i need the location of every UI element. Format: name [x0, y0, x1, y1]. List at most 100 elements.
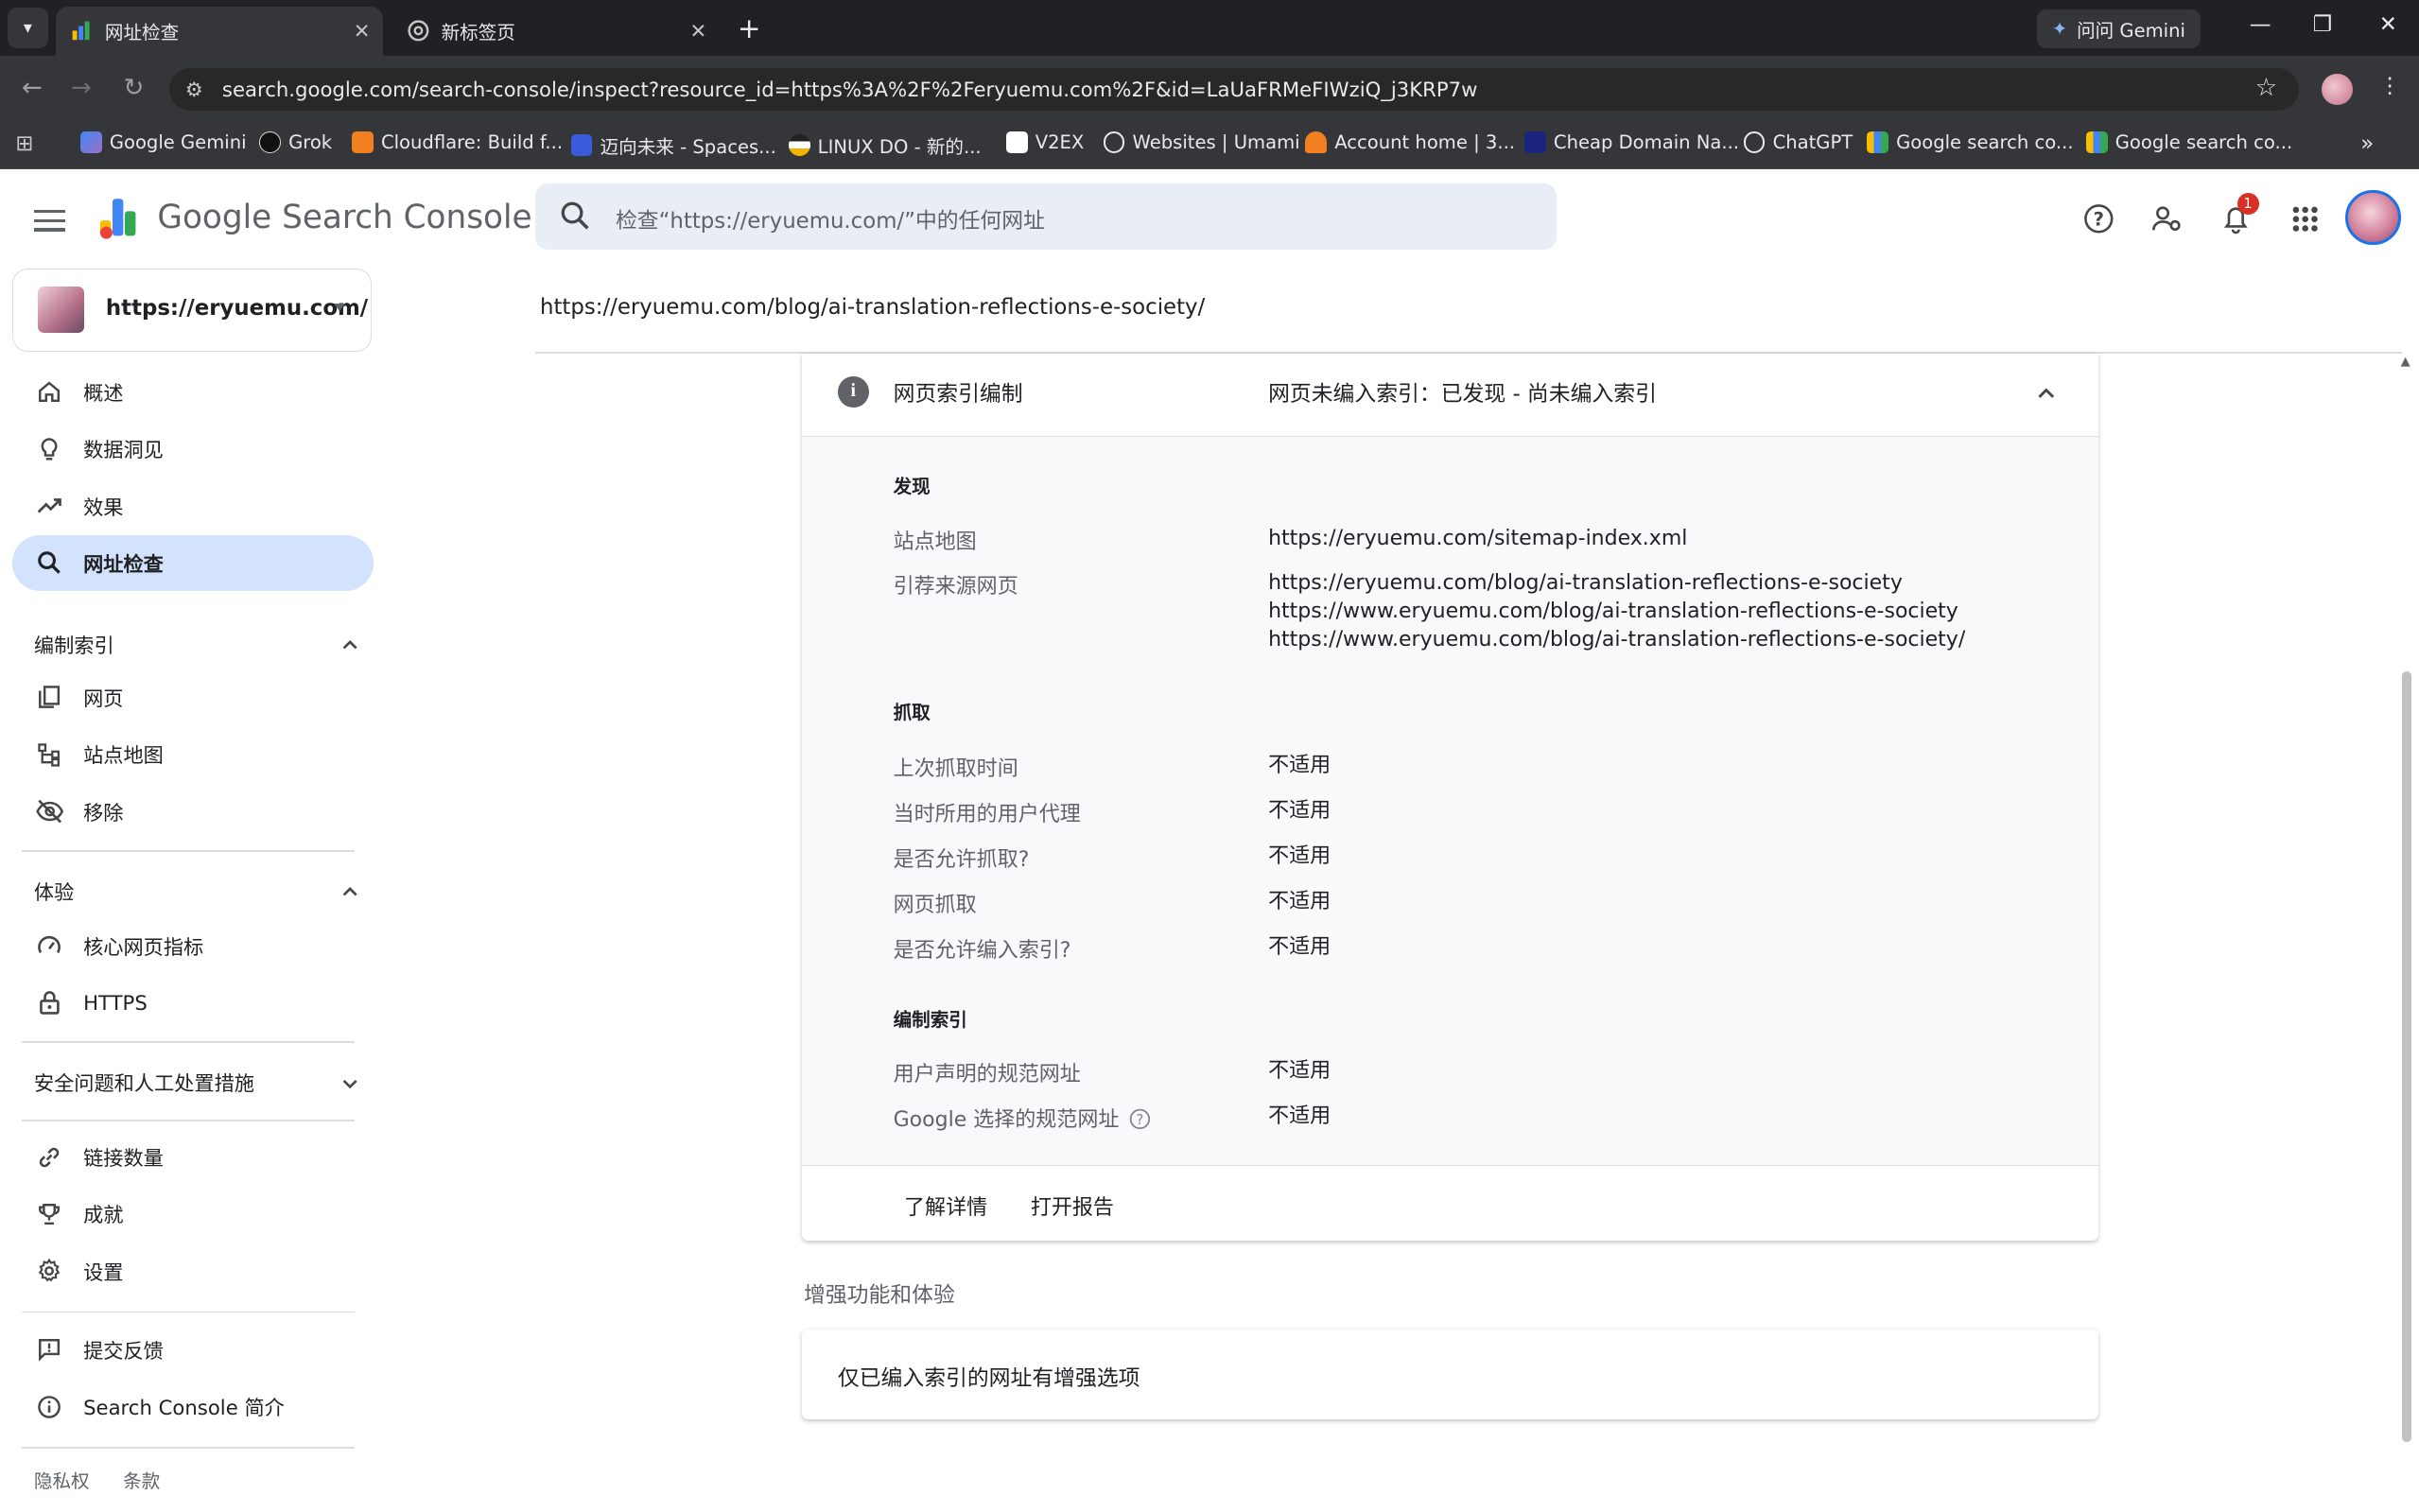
gemini-sparkle-icon: ✦ [2051, 17, 2068, 40]
indexing-heading: 编制索引 [893, 1009, 967, 1032]
product-logo-text[interactable]: Google Search Console [157, 199, 531, 236]
search-console-icon [1867, 130, 1888, 153]
section-experience[interactable]: 体验 [34, 877, 358, 906]
collapse-chevron-up-icon[interactable] [2037, 381, 2056, 400]
bookmark-label: Google search co... [1896, 130, 2074, 153]
tab-new-tab[interactable]: 新标签页 ✕ [392, 7, 719, 56]
google-apps-grid-icon[interactable] [2287, 200, 2323, 237]
sidebar-footer: 隐私权 条款 [34, 1466, 188, 1493]
nav-overview[interactable]: 概述 [12, 364, 374, 420]
nav-url-inspection[interactable]: 网址检查 [12, 535, 374, 591]
back-arrow-icon[interactable]: ← [22, 74, 43, 102]
open-report-button[interactable]: 打开报告 [1031, 1190, 1114, 1221]
help-icon[interactable]: ? [2080, 200, 2116, 237]
visibility-off-icon [35, 797, 63, 825]
ask-gemini-label: 问问 Gemini [2077, 19, 2185, 42]
sitemap-value: https://eryuemu.com/sitemap-index.xml [1268, 526, 1688, 550]
nav-pages[interactable]: 网页 [12, 669, 374, 725]
bookmark-item[interactable]: Google search co... [1867, 130, 2074, 153]
nav-label: 移除 [83, 800, 124, 825]
minimize-icon[interactable]: — [2250, 12, 2271, 37]
bookmark-label: 迈向未来 - Spaces... [600, 135, 776, 158]
bookmark-item[interactable]: Cheap Domain Na... [1523, 130, 1739, 153]
google-canonical-value: 不适用 [1268, 1104, 1331, 1129]
search-icon [560, 200, 591, 232]
bookmark-item[interactable]: Google Gemini [79, 131, 247, 153]
nav-sitemaps[interactable]: 站点地图 [12, 726, 374, 782]
logo-google: Google [157, 199, 272, 237]
chrome-profile-avatar[interactable] [2322, 74, 2354, 105]
new-tab-plus-icon[interactable]: + [738, 12, 761, 44]
nav-links[interactable]: 链接数量 [12, 1129, 374, 1185]
crawl-heading: 抓取 [893, 702, 931, 724]
section-security-manual-actions[interactable]: 安全问题和人工处置措施 [34, 1068, 358, 1097]
bookmark-item[interactable]: Google search co... [2085, 131, 2292, 153]
chrome-menu-icon[interactable]: ⋮ [2379, 74, 2401, 98]
manage-users-icon[interactable] [2149, 200, 2186, 237]
bookmark-item[interactable]: 迈向未来 - Spaces... [570, 131, 776, 159]
reload-icon[interactable]: ↻ [124, 74, 145, 102]
nav-settings[interactable]: 设置 [12, 1243, 374, 1299]
apps-grid-icon[interactable]: ⊞ [15, 131, 33, 156]
nav-removals[interactable]: 移除 [12, 784, 374, 840]
page-indexing-header[interactable]: i 网页索引编制 网页未编入索引：已发现 - 尚未编入索引 [802, 354, 2098, 437]
nav-insights[interactable]: 数据洞见 [12, 421, 374, 477]
tab-search-button[interactable]: ▾ [8, 8, 48, 48]
bookmark-item[interactable]: Account home | 3... [1305, 131, 1515, 153]
nav-performance[interactable]: 效果 [12, 478, 374, 534]
nav-achievements[interactable]: 成就 [12, 1187, 374, 1243]
bookmark-item[interactable]: LINUX DO - 新的... [788, 131, 982, 159]
terms-link[interactable]: 条款 [123, 1470, 160, 1492]
chevron-up-icon [342, 881, 357, 896]
more-bookmarks-icon[interactable]: » [2360, 131, 2374, 156]
dropdown-caret-icon [334, 303, 346, 311]
main-scrollbar[interactable]: ▲ [2399, 355, 2414, 1512]
property-selector[interactable]: https://eryuemu.com/ [12, 268, 373, 352]
nav-core-web-vitals[interactable]: 核心网页指标 [12, 918, 374, 974]
tab-url-inspection[interactable]: 网址检查 ✕ [55, 6, 383, 56]
namecheap-icon [1523, 130, 1546, 153]
section-indexing[interactable]: 编制索引 [34, 630, 358, 659]
tab-title: 网址检查 [104, 22, 180, 44]
bookmark-item[interactable]: Cloudflare: Build f... [351, 130, 564, 153]
bookmark-item[interactable]: ChatGPT [1743, 130, 1853, 153]
svg-text:?: ? [2093, 209, 2103, 231]
main-menu-icon[interactable] [33, 203, 65, 237]
search-icon [36, 549, 63, 577]
ask-gemini-button[interactable]: ✦ 问问 Gemini [2036, 9, 2201, 48]
bookmark-label: Account home | 3... [1334, 130, 1516, 153]
bookmark-item[interactable]: V2EX [1005, 131, 1084, 153]
bookmark-item[interactable]: Websites | Umami [1103, 131, 1300, 153]
close-window-icon[interactable]: ✕ [2379, 12, 2397, 37]
scroll-up-arrow-icon[interactable]: ▲ [2401, 355, 2410, 369]
address-bar[interactable]: ⚙ search.google.com/search-console/inspe… [169, 67, 2299, 112]
account-avatar[interactable] [2344, 189, 2401, 246]
chrome-icon [408, 20, 429, 42]
bookmark-item[interactable]: Grok [259, 131, 332, 153]
learn-more-button[interactable]: 了解详情 [904, 1190, 987, 1221]
bookmark-label: Cloudflare: Build f... [380, 130, 564, 153]
bookmark-label: ChatGPT [1772, 130, 1853, 153]
nav-submit-feedback[interactable]: 提交反馈 [12, 1322, 374, 1378]
nav-https[interactable]: HTTPS [12, 975, 374, 1031]
scrollbar-thumb[interactable] [2402, 670, 2411, 1443]
site-settings-icon[interactable]: ⚙ [185, 78, 203, 101]
section-label: 体验 [33, 879, 75, 904]
sidebar-divider [21, 849, 356, 852]
forward-arrow-icon[interactable]: → [71, 74, 92, 102]
property-avatar [38, 286, 85, 333]
restore-icon[interactable]: ❐ [2313, 12, 2332, 37]
privacy-link[interactable]: 隐私权 [34, 1470, 90, 1492]
nav-label: 数据洞见 [83, 438, 164, 462]
linuxdo-icon [788, 133, 810, 156]
pages-icon [36, 684, 63, 711]
bookmark-star-icon[interactable]: ☆ [2255, 74, 2277, 102]
nav-about-search-console[interactable]: Search Console 简介 [12, 1380, 374, 1435]
help-circle-icon[interactable]: ? [1129, 1108, 1151, 1136]
notification-badge: 1 [2236, 192, 2259, 215]
close-tab-icon[interactable]: ✕ [689, 19, 706, 43]
inspect-url-search-bar[interactable]: 检查“https://eryuemu.com/”中的任何网址 [535, 183, 1558, 251]
discovery-heading: 发现 [893, 475, 931, 497]
close-tab-icon[interactable]: ✕ [354, 19, 371, 43]
chevron-down-icon [342, 1072, 357, 1088]
